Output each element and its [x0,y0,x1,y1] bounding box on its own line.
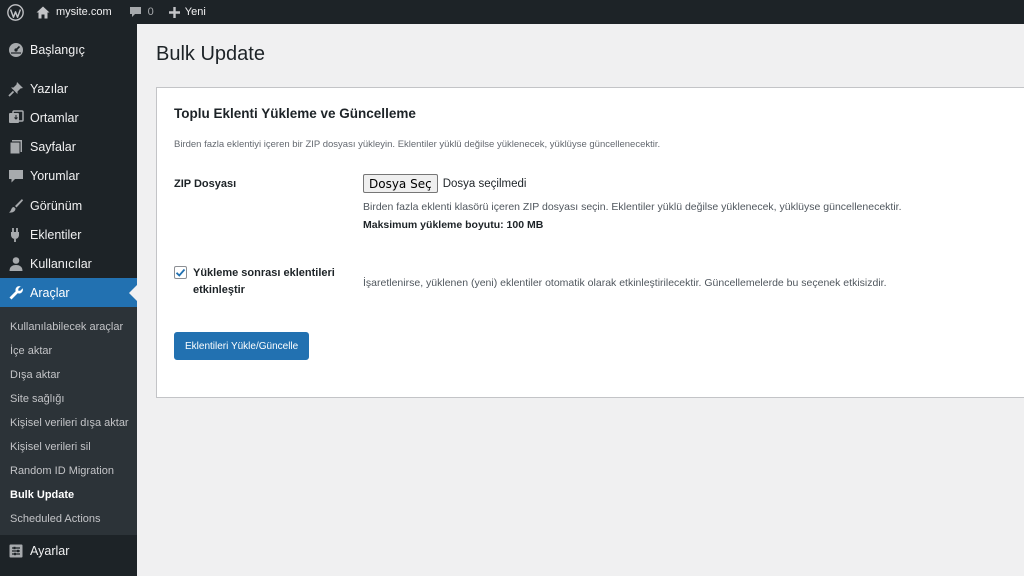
submenu-item-import[interactable]: İçe aktar [10,345,52,357]
media-icon [0,109,30,126]
submenu-item-available-tools[interactable]: Kullanılabilecek araçlar [10,321,123,333]
submenu-item-bulk-update[interactable]: Bulk Update [10,489,74,501]
pin-icon [0,81,30,97]
dashboard-icon [0,42,30,58]
plus-icon [168,6,180,18]
activate-checkbox[interactable] [174,266,187,279]
menu-item-tools[interactable]: Araçlar [0,278,137,307]
card-description: Birden fazla eklentiyi içeren bir ZIP do… [174,139,661,150]
page-icon [0,139,30,155]
admin-sidebar: Başlangıç Yazılar Ortamlar Sayfalar Yoru… [0,24,137,576]
menu-item-users[interactable]: Kullanıcılar [0,249,137,278]
submenu-item-site-health[interactable]: Site sağlığı [10,393,64,405]
plugin-icon [0,227,30,243]
submenu-item-scheduled-actions[interactable]: Scheduled Actions [10,513,101,525]
checkmark-icon [175,268,186,277]
activate-option: Yükleme sonrası eklentileri etkinleştir [174,265,363,299]
submenu-item-export[interactable]: Dışa aktar [10,369,60,381]
activate-label[interactable]: Yükleme sonrası eklentileri etkinleştir [193,265,363,299]
site-name: mysite.com [56,6,112,18]
brush-icon [0,198,30,214]
new-content-link[interactable]: Yeni [161,0,213,24]
max-upload-size: Maksimum yükleme boyutu: 100 MB [363,219,544,231]
menu-item-pages[interactable]: Sayfalar [0,132,137,161]
menu-item-plugins[interactable]: Eklentiler [0,220,137,249]
zip-file-label: ZIP Dosyası [174,178,237,190]
zip-file-input[interactable]: Dosya Seç Dosya seçilmedi [363,174,526,193]
file-status: Dosya seçilmedi [442,177,527,190]
menu-item-posts[interactable]: Yazılar [0,74,137,103]
bulk-update-card: Toplu Eklenti Yükleme ve Güncelleme Bird… [156,87,1024,398]
zip-help-text: Birden fazla eklenti klasörü içeren ZIP … [363,201,902,213]
submenu-item-erase-personal-data[interactable]: Kişisel verileri sil [10,441,91,453]
site-name-link[interactable]: mysite.com [30,0,119,24]
tools-submenu: Kullanılabilecek araçlar İçe aktar Dışa … [0,307,137,535]
submenu-item-export-personal-data[interactable]: Kişisel verileri dışa aktar [10,417,129,429]
menu-item-settings[interactable]: Ayarlar [0,536,137,565]
menu-item-dashboard[interactable]: Başlangıç [0,35,137,64]
card-title: Toplu Eklenti Yükleme ve Güncelleme [174,106,416,121]
menu-item-comments[interactable]: Yorumlar [0,161,137,190]
new-label: Yeni [184,6,206,18]
comment-icon [0,168,30,184]
menu-item-appearance[interactable]: Görünüm [0,191,137,220]
settings-icon [0,543,30,559]
comments-link[interactable]: 0 [119,0,161,24]
upload-update-plugins-button[interactable]: Eklentileri Yükle/Güncelle [174,332,310,360]
wordpress-logo-icon [6,3,24,21]
page-title: Bulk Update [156,43,265,65]
comments-count: 0 [147,6,154,18]
admin-bar: mysite.com 0 Yeni [0,0,1024,24]
user-icon [0,256,30,272]
comment-bubble-icon [129,7,141,17]
menu-item-media[interactable]: Ortamlar [0,103,137,132]
activate-help-text: İşaretlenirse, yüklenen (yeni) eklentile… [363,277,887,289]
wordpress-logo-menu[interactable] [0,0,30,24]
submenu-item-random-id-migration[interactable]: Random ID Migration [10,465,114,477]
choose-file-button[interactable]: Dosya Seç [363,174,438,193]
home-icon [36,6,50,18]
wrench-icon [0,285,30,301]
